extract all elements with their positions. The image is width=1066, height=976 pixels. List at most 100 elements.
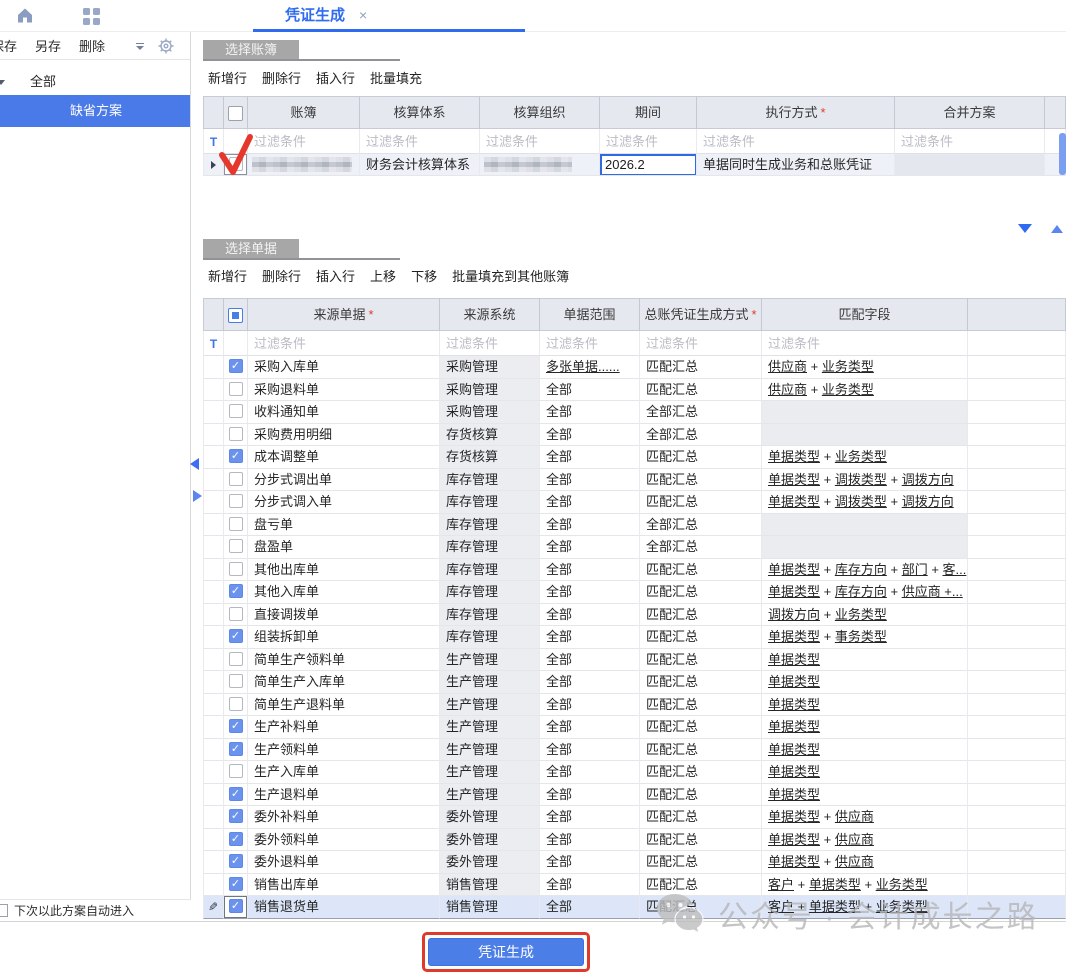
bill-row[interactable]: ✓生产领料单生产管理全部匹配汇总单据类型 [203, 739, 1066, 762]
row-checkbox[interactable]: ✓ [229, 584, 243, 598]
bill-name-cell[interactable]: 其他出库单 [248, 559, 440, 582]
collapse-left-icon[interactable] [190, 458, 199, 470]
toolbar-button[interactable]: 删除行 [262, 266, 301, 285]
match-fields-cell[interactable]: 单据类型 + 供应商 [762, 806, 968, 829]
menu-collapse-icon[interactable] [136, 43, 144, 50]
select-all-header[interactable] [224, 298, 248, 331]
bill-scope-cell[interactable]: 全部 [540, 514, 640, 537]
match-fields-cell[interactable]: 单据类型 + 调拨类型 + 调拨方向 [762, 469, 968, 492]
row-checkbox[interactable]: ✓ [229, 359, 243, 373]
row-checkbox-cell[interactable]: ✓ [224, 896, 248, 919]
gen-mode-cell[interactable]: 匹配汇总 [640, 469, 762, 492]
match-field-link[interactable]: 单据类型 [768, 719, 820, 734]
bill-name-cell[interactable]: 采购入库单 [248, 356, 440, 379]
bill-name-cell[interactable]: 委外补料单 [248, 806, 440, 829]
row-checkbox[interactable] [229, 764, 243, 778]
source-system-cell[interactable]: 委外管理 [440, 851, 540, 874]
match-fields-cell[interactable]: 单据类型 [762, 761, 968, 784]
select-all-header[interactable] [224, 96, 248, 129]
toolbar-button[interactable]: 插入行 [316, 266, 355, 285]
filter-input[interactable]: 过滤条件 [640, 331, 762, 356]
sidebar-item-default-plan[interactable]: 缺省方案 [0, 95, 190, 127]
match-fields-cell[interactable]: 单据类型 [762, 716, 968, 739]
source-system-cell[interactable]: 库存管理 [440, 559, 540, 582]
bill-name-cell[interactable]: 采购退料单 [248, 379, 440, 402]
accounting-org-cell-masked[interactable] [480, 154, 600, 176]
gen-mode-cell[interactable]: 匹配汇总 [640, 379, 762, 402]
gen-mode-cell[interactable]: 匹配汇总 [640, 761, 762, 784]
bill-scope-cell[interactable]: 全部 [540, 536, 640, 559]
row-checkbox[interactable]: ✓ [229, 832, 243, 846]
source-system-cell[interactable]: 采购管理 [440, 379, 540, 402]
filter-input[interactable]: 过滤条件 [762, 331, 968, 356]
gen-mode-cell[interactable]: 匹配汇总 [640, 356, 762, 379]
bill-scope-cell[interactable]: 全部 [540, 671, 640, 694]
match-fields-cell[interactable] [762, 514, 968, 537]
match-field-link[interactable]: 单据类型 [768, 652, 820, 667]
row-checkbox[interactable]: ✓ [229, 629, 243, 643]
row-checkbox-cell[interactable] [224, 671, 248, 694]
match-field-link[interactable]: 供应商 [835, 854, 874, 869]
filter-input[interactable]: 过滤条件 [248, 331, 440, 356]
bill-scope-cell[interactable]: 全部 [540, 446, 640, 469]
bill-row[interactable]: 收料通知单采购管理全部全部汇总 [203, 401, 1066, 424]
period-cell[interactable]: 2026.2 [600, 154, 697, 176]
row-checkbox[interactable]: ✓ [229, 787, 243, 801]
match-field-link[interactable]: 调拨类型 [835, 494, 887, 509]
gen-mode-cell[interactable]: 全部汇总 [640, 536, 762, 559]
match-field-link[interactable]: 单据类型 [768, 854, 820, 869]
bill-name-cell[interactable]: 生产领料单 [248, 739, 440, 762]
sidebar-menu-item[interactable]: 保存 [0, 36, 17, 55]
filter-input[interactable]: 过滤条件 [480, 129, 600, 154]
section-tab-ledger[interactable]: 选择账簿 [203, 40, 299, 59]
bill-scope-cell[interactable]: 全部 [540, 829, 640, 852]
bill-row[interactable]: 采购费用明细存货核算全部全部汇总 [203, 424, 1066, 447]
match-fields-cell[interactable]: 单据类型 [762, 649, 968, 672]
auto-enter-checkbox[interactable] [0, 904, 8, 917]
match-field-link[interactable]: 单据类型 [768, 629, 820, 644]
bill-scope-cell[interactable]: 全部 [540, 806, 640, 829]
row-checkbox[interactable] [229, 494, 243, 508]
row-checkbox-cell[interactable] [224, 491, 248, 514]
bill-scope-cell[interactable]: 全部 [540, 896, 640, 919]
bill-row[interactable]: ✓委外补料单委外管理全部匹配汇总单据类型 + 供应商 [203, 806, 1066, 829]
row-checkbox-cell[interactable]: ✓ [224, 581, 248, 604]
row-checkbox-cell[interactable]: ✓ [224, 784, 248, 807]
row-checkbox-cell[interactable] [224, 401, 248, 424]
gen-mode-cell[interactable]: 匹配汇总 [640, 739, 762, 762]
home-icon[interactable] [16, 7, 34, 27]
row-checkbox-cell[interactable] [224, 379, 248, 402]
bill-name-cell[interactable]: 生产入库单 [248, 761, 440, 784]
match-field-link[interactable]: 调拨方向 [902, 494, 954, 509]
source-system-cell[interactable]: 委外管理 [440, 806, 540, 829]
bill-row[interactable]: 分步式调出单库存管理全部匹配汇总单据类型 + 调拨类型 + 调拨方向 [203, 469, 1066, 492]
source-system-cell[interactable]: 采购管理 [440, 401, 540, 424]
source-system-cell[interactable]: 库存管理 [440, 626, 540, 649]
gear-icon[interactable] [158, 38, 174, 57]
match-fields-cell[interactable]: 供应商 + 业务类型 [762, 356, 968, 379]
gen-mode-cell[interactable]: 匹配汇总 [640, 626, 762, 649]
tree-node-all[interactable]: 全部 [0, 70, 190, 94]
gen-mode-cell[interactable]: 匹配汇总 [640, 694, 762, 717]
row-checkbox[interactable]: ✓ [229, 854, 243, 868]
bill-scope-cell[interactable]: 全部 [540, 694, 640, 717]
row-checkbox[interactable]: ✓ [229, 899, 243, 913]
bill-scope-cell[interactable]: 全部 [540, 491, 640, 514]
bill-row[interactable]: 简单生产退料单生产管理全部匹配汇总单据类型 [203, 694, 1066, 717]
toolbar-button[interactable]: 下移 [411, 266, 437, 285]
match-field-link[interactable]: 供应商 +... [902, 584, 963, 599]
match-field-link[interactable]: 单据类型 [768, 697, 820, 712]
match-field-link[interactable]: 业务类型 [822, 359, 874, 374]
row-checkbox-cell[interactable]: ✓ [224, 874, 248, 897]
source-system-cell[interactable]: 销售管理 [440, 896, 540, 919]
match-fields-cell[interactable] [762, 536, 968, 559]
row-checkbox[interactable] [229, 539, 243, 553]
bill-row[interactable]: 盘盈单库存管理全部全部汇总 [203, 536, 1066, 559]
bill-scope-cell[interactable]: 全部 [540, 649, 640, 672]
source-system-cell[interactable]: 生产管理 [440, 671, 540, 694]
match-field-link[interactable]: 业务类型 [876, 877, 928, 892]
match-field-link[interactable]: 调拨类型 [835, 472, 887, 487]
gen-mode-cell[interactable]: 匹配汇总 [640, 491, 762, 514]
row-checkbox[interactable] [229, 517, 243, 531]
bill-row[interactable]: 其他出库单库存管理全部匹配汇总单据类型 + 库存方向 + 部门 + 客... [203, 559, 1066, 582]
